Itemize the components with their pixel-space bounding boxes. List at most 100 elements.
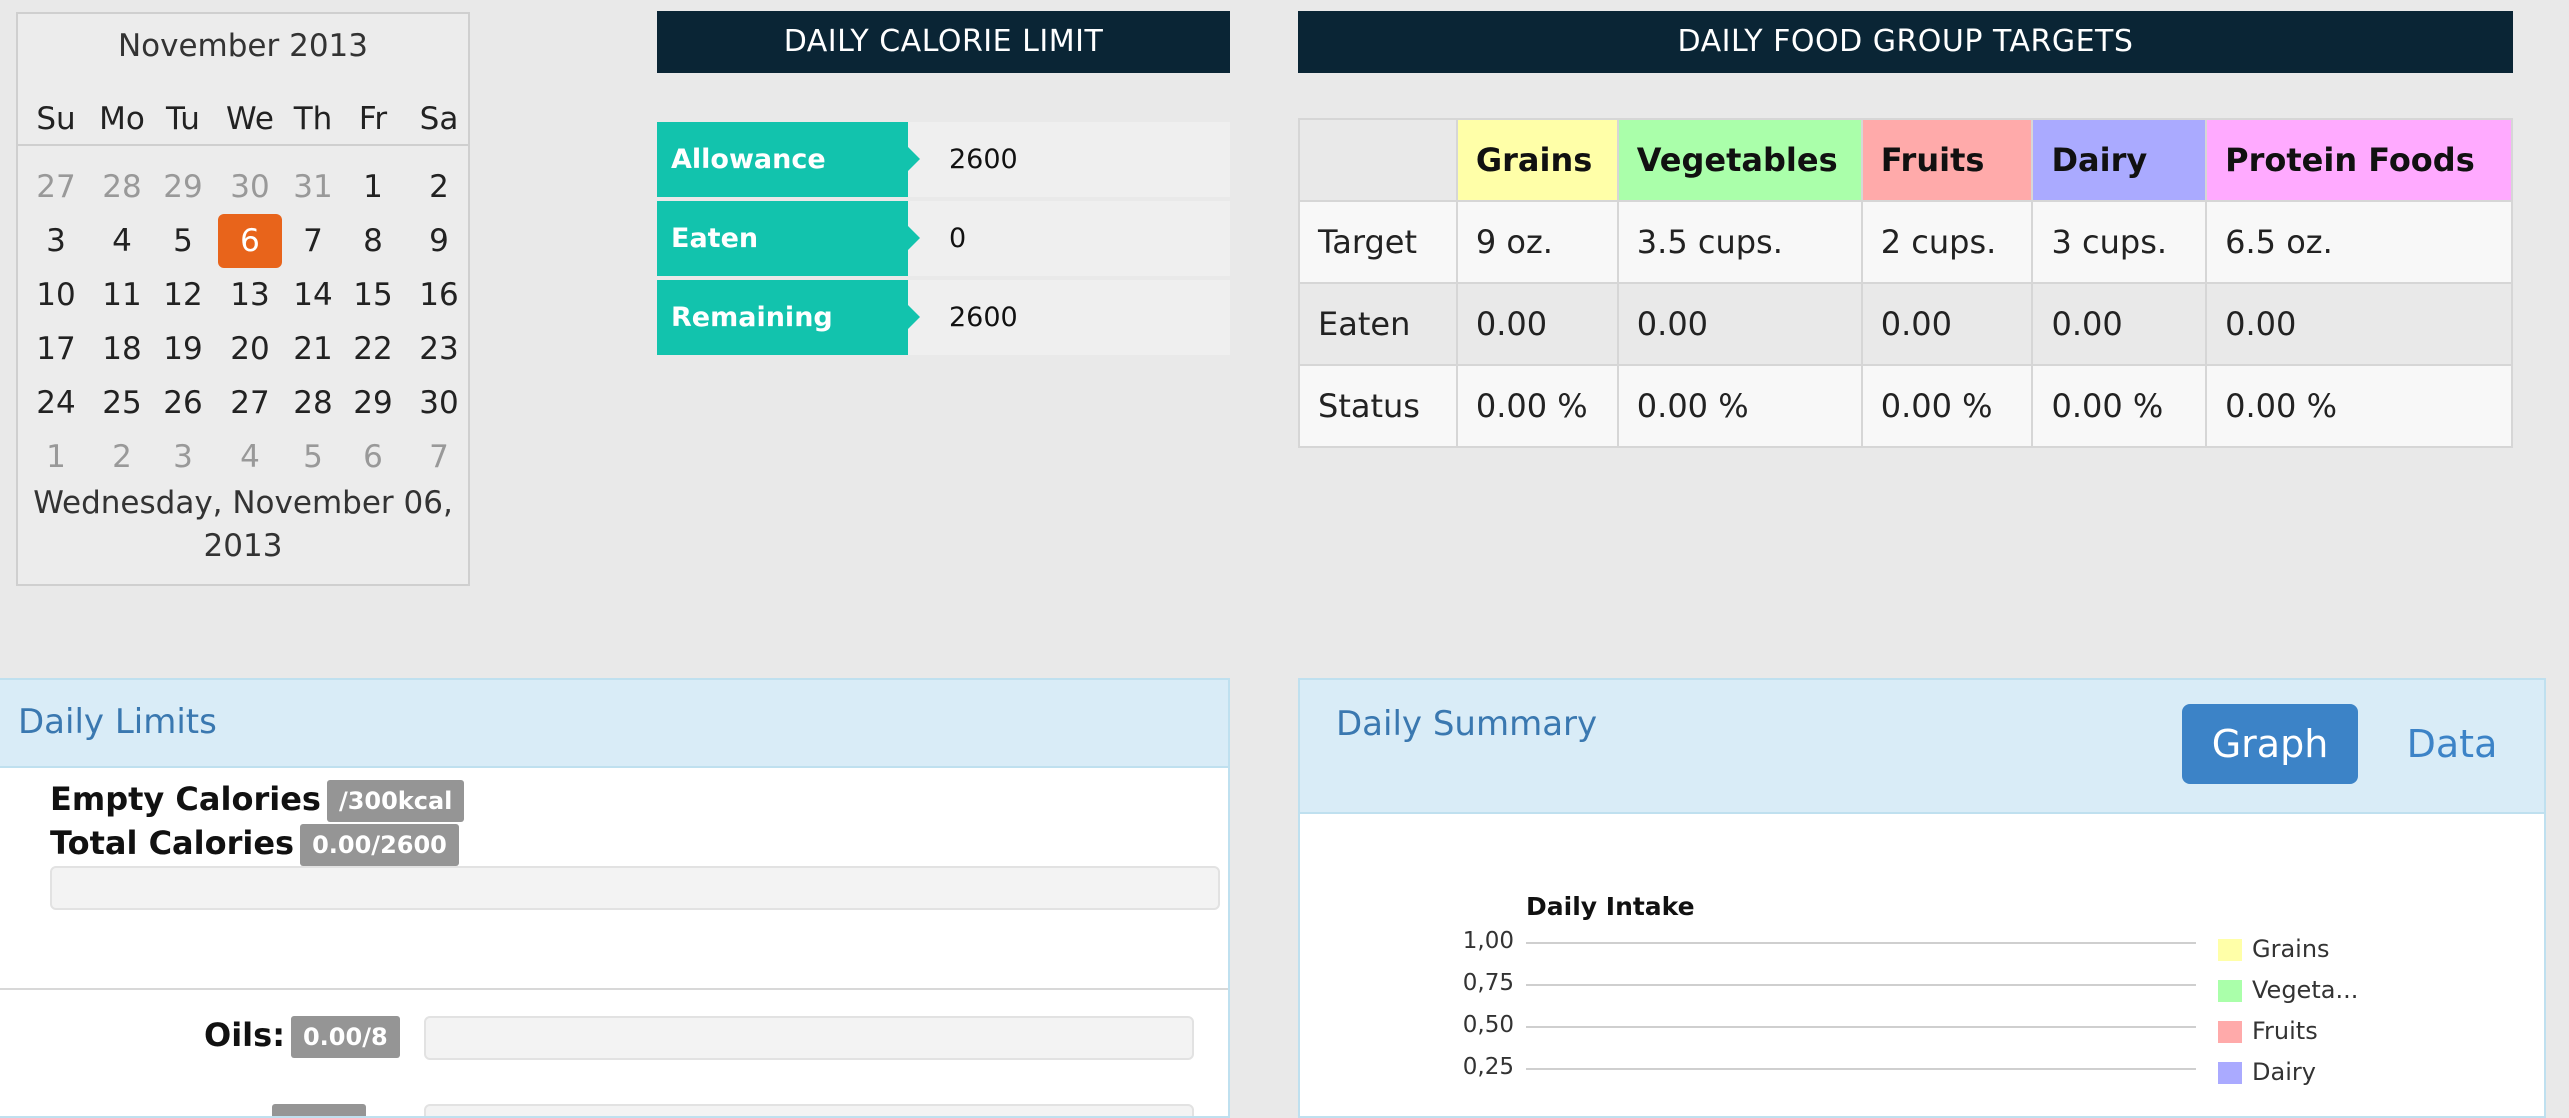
calendar-day[interactable]: 5 <box>151 214 215 268</box>
daily-summary-panel: Daily Summary Graph Data Daily Intake 1,… <box>1298 678 2546 1118</box>
table-cell: 0.00 <box>1616 282 1863 366</box>
y-tick-label: 0,75 <box>1462 970 1514 996</box>
y-tick-label: 0,25 <box>1462 1054 1514 1080</box>
table-cell: 3.5 cups. <box>1616 200 1863 284</box>
calendar-day[interactable]: 29 <box>151 160 215 214</box>
table-cell: 6.5 oz. <box>2205 200 2513 284</box>
selected-date-line: Wednesday, November 06, <box>33 485 453 521</box>
table-cell: 0.00 <box>2031 282 2208 366</box>
chart-gridline <box>1526 984 2196 986</box>
table-cell: 3 cups. <box>2031 200 2208 284</box>
calendar-week-row: 27 28 29 30 31 1 2 <box>18 160 468 214</box>
calendar-day[interactable]: 1 <box>24 430 88 484</box>
calendar-day[interactable]: 23 <box>407 322 471 376</box>
date-picker-calendar: November 2013 Su Mo Tu We Th Fr Sa 27 28 2… <box>16 12 470 586</box>
legend-swatch <box>2218 1062 2242 1084</box>
chart-title: Daily Intake <box>1526 892 1695 921</box>
calendar-day[interactable]: 18 <box>90 322 154 376</box>
calorie-row-allowance: Allowance 2600 <box>657 122 1230 197</box>
calendar-day[interactable]: 21 <box>281 322 345 376</box>
weekday-label: Tu <box>166 101 200 137</box>
calendar-day[interactable]: 8 <box>341 214 405 268</box>
legend-item[interactable]: Dairy <box>2218 1058 2316 1086</box>
y-tick-label: 1,00 <box>1462 928 1514 954</box>
calendar-day[interactable]: 28 <box>90 160 154 214</box>
calendar-day[interactable]: 25 <box>90 376 154 430</box>
weekday-label: We <box>226 101 274 137</box>
tab-data[interactable]: Data <box>2382 704 2522 784</box>
calendar-day[interactable]: 2 <box>90 430 154 484</box>
calendar-day[interactable]: 2 <box>407 160 471 214</box>
calorie-row-value: 2600 <box>949 302 1018 333</box>
table-header-row: Grains Vegetables Fruits Dairy Protein F… <box>1298 118 2513 202</box>
section-divider <box>0 988 1228 990</box>
empty-calories-badge: /300kcal <box>326 780 465 822</box>
legend-label: Grains <box>2252 935 2330 963</box>
calendar-day[interactable]: 4 <box>90 214 154 268</box>
calendar-day[interactable]: 16 <box>407 268 471 322</box>
column-header-vegetables: Vegetables <box>1616 118 1863 202</box>
calendar-day[interactable]: 15 <box>341 268 405 322</box>
column-header-grains: Grains <box>1455 118 1619 202</box>
calendar-day-selected[interactable]: 6 <box>218 214 282 268</box>
table-cell: 0.00 % <box>2205 364 2513 448</box>
legend-item[interactable]: Fruits <box>2218 1017 2318 1045</box>
row-label: Status <box>1298 364 1458 448</box>
calendar-day[interactable]: 3 <box>151 430 215 484</box>
table-cell: 0.00 % <box>2031 364 2208 448</box>
weekday-label: Mo <box>99 101 145 137</box>
calendar-day[interactable]: 20 <box>218 322 282 376</box>
calorie-row-label: Remaining <box>657 280 920 355</box>
calendar-day[interactable]: 1 <box>341 160 405 214</box>
calorie-row-value: 2600 <box>949 144 1018 175</box>
calendar-day[interactable]: 3 <box>24 214 88 268</box>
calendar-day[interactable]: 6 <box>341 430 405 484</box>
total-calories-badge: 0.00/2600 <box>300 824 459 866</box>
table-row-status: Status 0.00 % 0.00 % 0.00 % 0.00 % 0.00 … <box>1298 364 2513 448</box>
calendar-day[interactable]: 28 <box>281 376 345 430</box>
calendar-day[interactable]: 29 <box>341 376 405 430</box>
legend-label: Vegeta... <box>2252 976 2359 1004</box>
table-cell: 0.00 <box>1860 282 2034 366</box>
table-cell: 0.00 % <box>1860 364 2034 448</box>
calendar-day[interactable]: 19 <box>151 322 215 376</box>
calendar-day[interactable]: 31 <box>281 160 345 214</box>
calendar-day[interactable]: 7 <box>281 214 345 268</box>
chart-gridline <box>1526 942 2196 944</box>
y-tick-label: 0,50 <box>1462 1012 1514 1038</box>
calendar-day[interactable]: 30 <box>218 160 282 214</box>
calendar-day[interactable]: 11 <box>90 268 154 322</box>
calendar-day[interactable]: 10 <box>24 268 88 322</box>
calendar-day[interactable]: 4 <box>218 430 282 484</box>
table-row-target: Target 9 oz. 3.5 cups. 2 cups. 3 cups. 6… <box>1298 200 2513 284</box>
calendar-day[interactable]: 22 <box>341 322 405 376</box>
calendar-day[interactable]: 30 <box>407 376 471 430</box>
calendar-month-title[interactable]: November 2013 <box>18 28 468 64</box>
legend-item[interactable]: Grains <box>2218 935 2330 963</box>
chart-gridline <box>1526 1026 2196 1028</box>
calendar-day[interactable]: 27 <box>24 160 88 214</box>
oils-progress-bar <box>424 1016 1194 1060</box>
total-calories-progress-bar <box>50 866 1220 910</box>
calendar-day[interactable]: 7 <box>407 430 471 484</box>
next-limit-badge <box>272 1104 366 1116</box>
calendar-day[interactable]: 24 <box>24 376 88 430</box>
calendar-day[interactable]: 9 <box>407 214 471 268</box>
oils-label: Oils: <box>204 1016 285 1054</box>
calendar-day[interactable]: 5 <box>281 430 345 484</box>
calendar-day[interactable]: 12 <box>151 268 215 322</box>
calendar-week-row: 1234567 <box>18 430 468 484</box>
legend-item[interactable]: Vegeta... <box>2218 976 2358 1004</box>
calorie-row-label: Eaten <box>657 201 920 276</box>
calendar-week-row: 10 11 12 13 14 15 16 <box>18 268 468 322</box>
calendar-day[interactable]: 26 <box>151 376 215 430</box>
empty-calories-label: Empty Calories <box>50 780 321 818</box>
tab-graph[interactable]: Graph <box>2182 704 2358 784</box>
calendar-day[interactable]: 14 <box>281 268 345 322</box>
calendar-day[interactable]: 17 <box>24 322 88 376</box>
daily-summary-header: Daily Summary Graph Data <box>1300 680 2544 814</box>
calendar-day[interactable]: 13 <box>218 268 282 322</box>
chart-gridline <box>1526 1068 2196 1070</box>
calendar-day[interactable]: 27 <box>218 376 282 430</box>
calorie-row-eaten: Eaten 0 <box>657 201 1230 276</box>
